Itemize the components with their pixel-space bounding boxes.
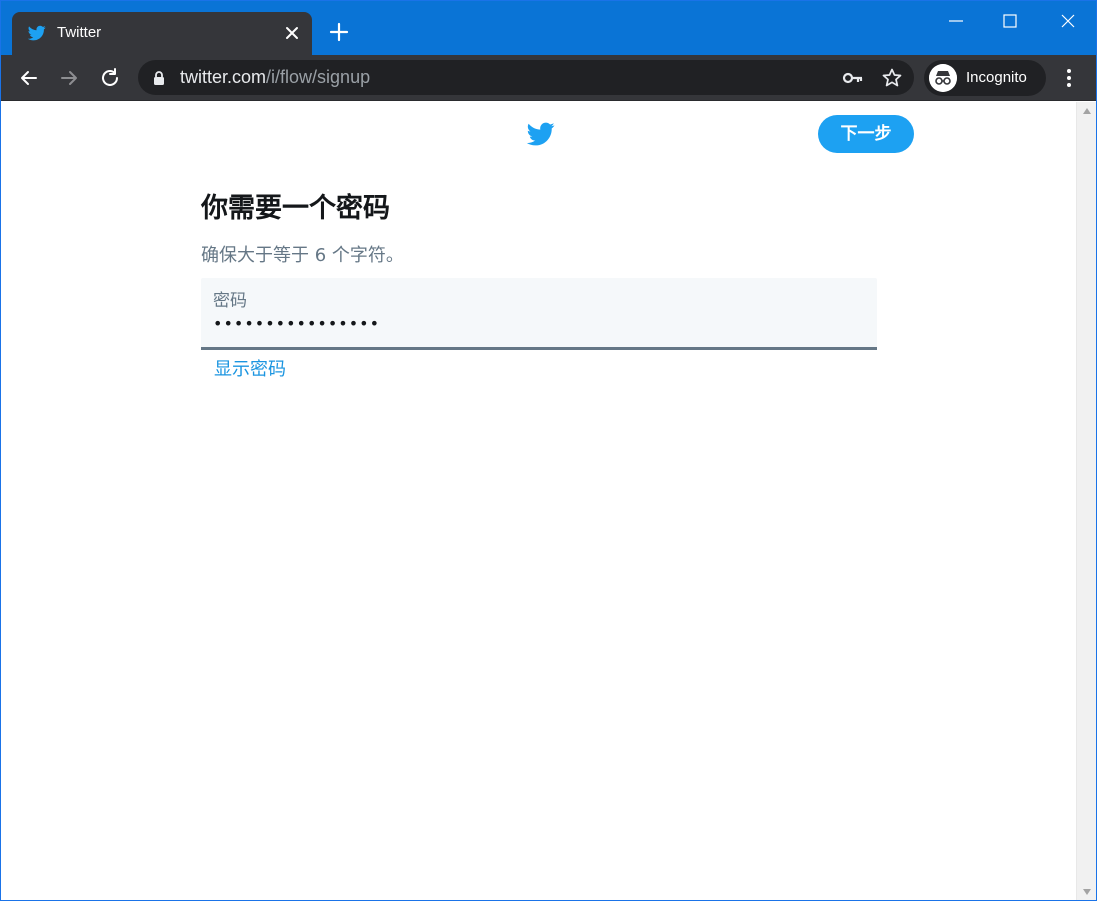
tab-twitter[interactable]: Twitter <box>12 12 312 55</box>
password-label: 密码 <box>213 291 247 311</box>
incognito-icon <box>929 64 957 92</box>
star-icon[interactable] <box>880 66 904 90</box>
page-title: 你需要一个密码 <box>201 193 390 224</box>
twitter-bird-icon <box>526 122 555 146</box>
password-field[interactable]: 密码 •••••••••••••••• <box>201 278 877 350</box>
forward-arrow-icon[interactable] <box>57 66 81 90</box>
page-content: 下一步 你需要一个密码 确保大于等于 6 个字符。 密码 •••••••••••… <box>2 102 1076 900</box>
address-bar[interactable]: twitter.com/i/flow/signup <box>138 60 914 95</box>
url-text[interactable]: twitter.com/i/flow/signup <box>180 67 370 88</box>
incognito-profile-button[interactable]: Incognito <box>924 60 1046 96</box>
key-icon[interactable] <box>842 68 864 88</box>
minimize-icon[interactable] <box>936 7 976 35</box>
password-input[interactable]: •••••••••••••••• <box>213 314 380 333</box>
window-close-icon[interactable] <box>1048 7 1088 35</box>
scroll-down-arrow-icon[interactable] <box>1083 889 1091 895</box>
title-bar: Twitter <box>1 1 1096 55</box>
browser-window: Twitter twitter.com/i/flow/signup Incogn… <box>0 0 1097 901</box>
tab-title: Twitter <box>57 24 102 41</box>
close-icon[interactable] <box>282 23 302 43</box>
show-password-link[interactable]: 显示密码 <box>214 355 286 381</box>
kebab-menu-icon[interactable] <box>1059 66 1079 90</box>
maximize-icon[interactable] <box>990 7 1030 35</box>
incognito-label: Incognito <box>966 69 1027 86</box>
reload-icon[interactable] <box>98 66 122 90</box>
url-path: /i/flow/signup <box>266 67 371 87</box>
browser-toolbar: twitter.com/i/flow/signup Incognito <box>1 55 1096 101</box>
lock-icon[interactable] <box>152 70 166 86</box>
url-host: twitter.com <box>180 67 267 87</box>
password-hint: 确保大于等于 6 个字符。 <box>201 245 404 266</box>
vertical-scrollbar[interactable] <box>1076 102 1096 900</box>
next-button[interactable]: 下一步 <box>818 115 914 153</box>
plus-icon[interactable] <box>328 21 350 43</box>
scroll-up-arrow-icon[interactable] <box>1083 108 1091 114</box>
back-arrow-icon[interactable] <box>17 66 41 90</box>
twitter-bird-icon <box>28 25 46 41</box>
